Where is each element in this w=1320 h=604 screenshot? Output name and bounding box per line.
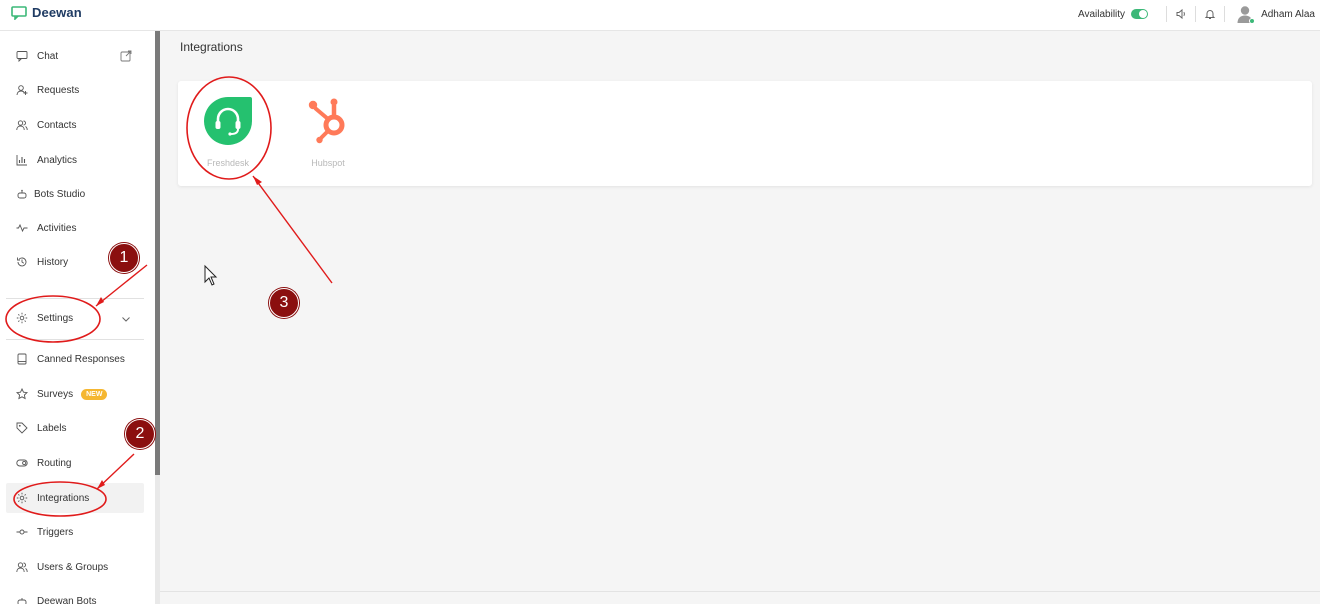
book-icon: [16, 353, 28, 365]
bell-icon[interactable]: [1204, 8, 1216, 20]
user-name[interactable]: Adham Alaa: [1261, 9, 1315, 20]
gear-icon: [16, 312, 28, 324]
step-badge-2: 2: [125, 419, 155, 449]
sidebar-item-chat[interactable]: Chat: [6, 41, 144, 71]
integration-name: Hubspot: [311, 158, 345, 168]
sidebar-item-labels[interactable]: Labels: [6, 413, 144, 443]
content-divider: [160, 591, 1320, 592]
top-bar: Deewan Availability Adham Alaa: [0, 0, 1320, 31]
integration-name: Freshdesk: [206, 158, 250, 168]
gear-icon: [16, 492, 28, 504]
star-icon: [16, 388, 28, 400]
sidebar-item-deewan-bots[interactable]: Deewan Bots: [6, 586, 144, 604]
sidebar-item-bots-studio[interactable]: Bots Studio: [6, 179, 144, 209]
sidebar-item-label: Triggers: [37, 526, 74, 538]
header-divider: [1166, 6, 1168, 22]
sidebar-item-integrations[interactable]: Integrations: [6, 483, 144, 513]
sidebar-scrollbar[interactable]: [155, 31, 160, 475]
chevron-down-icon[interactable]: [120, 313, 132, 325]
integration-freshdesk[interactable]: Freshdesk: [198, 95, 258, 168]
routing-icon: [16, 457, 28, 469]
sidebar-item-analytics[interactable]: Analytics: [6, 145, 144, 175]
sidebar-item-label: Canned Responses: [37, 353, 125, 365]
sidebar-item-label: Contacts: [37, 119, 77, 131]
annotation-arrow-3: [252, 175, 333, 284]
sidebar-item-label: Deewan Bots: [37, 595, 97, 604]
header-divider: [1224, 6, 1226, 22]
trigger-icon: [16, 526, 28, 538]
step-badge-1: 1: [109, 243, 139, 273]
integrations-card: Freshdesk Hubspot: [178, 81, 1312, 186]
bot-icon: [16, 595, 28, 604]
sidebar-item-label: History: [37, 256, 69, 268]
sidebar-item-canned-responses[interactable]: Canned Responses: [6, 344, 144, 374]
sidebar-divider: [6, 298, 144, 299]
sidebar: Chat Requests Contacts Analytics Bots St…: [0, 31, 155, 604]
mouse-cursor-icon: [204, 264, 218, 286]
sidebar-item-label: Activities: [37, 222, 77, 234]
bar-chart-icon: [16, 154, 28, 166]
tag-icon: [16, 422, 28, 434]
sidebar-item-label: Analytics: [37, 154, 78, 166]
sidebar-item-label: Bots Studio: [34, 188, 86, 200]
availability-toggle[interactable]: [1131, 9, 1149, 19]
deewan-logo[interactable]: Deewan: [11, 5, 82, 20]
user-avatar-icon[interactable]: [1237, 5, 1256, 24]
online-status-dot: [1249, 18, 1256, 24]
contacts-icon: [16, 119, 28, 131]
sidebar-item-users-groups[interactable]: Users & Groups: [6, 552, 144, 582]
sidebar-item-label: Chat: [37, 50, 59, 62]
integration-hubspot[interactable]: Hubspot: [298, 95, 358, 168]
users-icon: [16, 561, 28, 573]
sidebar-item-label: Labels: [37, 422, 67, 434]
activity-icon: [16, 222, 28, 234]
page-title: Integrations: [180, 40, 243, 54]
availability-label: Availability: [1078, 8, 1126, 20]
freshdesk-logo-icon: [202, 97, 254, 151]
sidebar-item-label: Integrations: [37, 492, 90, 504]
sidebar-item-surveys[interactable]: Surveys NEW: [6, 379, 144, 409]
sidebar-item-settings[interactable]: Settings: [6, 303, 144, 333]
external-link-icon[interactable]: [120, 50, 132, 62]
header-divider: [1195, 6, 1197, 22]
user-plus-icon: [16, 84, 28, 96]
sidebar-item-label: Surveys: [37, 388, 74, 400]
sidebar-item-requests[interactable]: Requests: [6, 75, 144, 105]
sidebar-divider: [6, 339, 144, 340]
sidebar-item-contacts[interactable]: Contacts: [6, 110, 144, 140]
history-icon: [16, 256, 28, 268]
chat-logo-icon: [11, 5, 27, 20]
chat-icon: [16, 50, 28, 62]
step-badge-3: 3: [269, 288, 299, 318]
new-badge: NEW: [81, 388, 108, 400]
app-name: Deewan: [32, 5, 82, 20]
hubspot-logo-icon: [302, 98, 354, 151]
sidebar-item-label: Settings: [37, 312, 74, 324]
bot-icon: [16, 188, 28, 200]
sidebar-item-triggers[interactable]: Triggers: [6, 517, 144, 547]
sidebar-item-activities[interactable]: Activities: [6, 213, 144, 243]
sidebar-item-label: Routing: [37, 457, 72, 469]
speaker-icon[interactable]: [1175, 8, 1187, 20]
sidebar-item-routing[interactable]: Routing: [6, 448, 144, 478]
sidebar-item-label: Requests: [37, 84, 80, 96]
sidebar-item-label: Users & Groups: [37, 561, 109, 573]
